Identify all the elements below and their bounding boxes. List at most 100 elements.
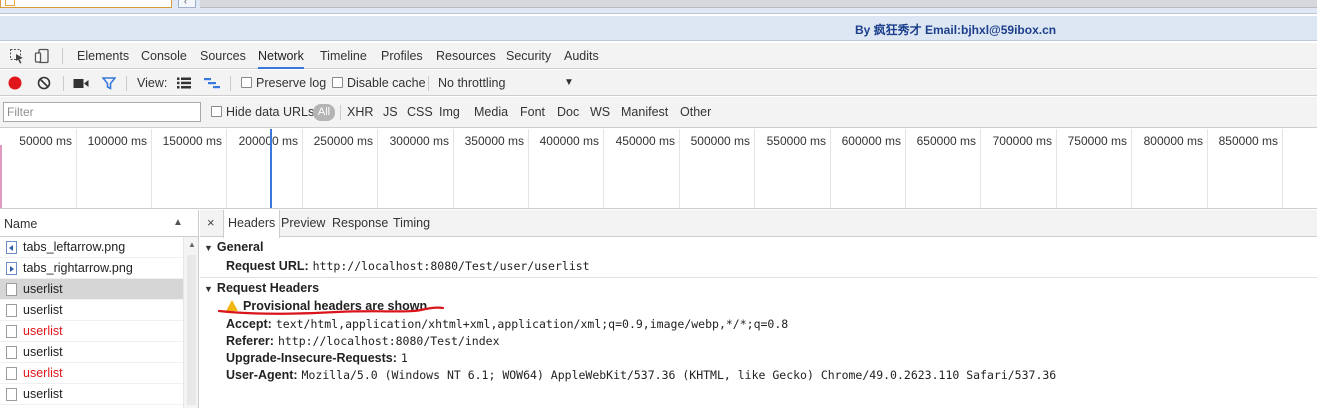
toolbar-divider bbox=[62, 48, 63, 64]
name-column-header[interactable]: Name bbox=[4, 217, 37, 231]
throttling-select[interactable]: No throttling ▼ bbox=[438, 70, 576, 96]
toolbar-divider bbox=[63, 76, 64, 91]
request-row[interactable]: userlist bbox=[0, 300, 183, 321]
triangle-down-icon: ▼ bbox=[204, 284, 213, 294]
header-value: Mozilla/5.0 (Windows NT 6.1; WOW64) Appl… bbox=[301, 368, 1057, 382]
tab-timeline[interactable]: Timeline bbox=[320, 43, 367, 69]
tab-sources[interactable]: Sources bbox=[200, 43, 246, 69]
tab-audits[interactable]: Audits bbox=[564, 43, 599, 69]
toolbar-divider bbox=[230, 76, 231, 91]
back-button[interactable]: ‹ bbox=[178, 0, 196, 8]
filter-type-all[interactable]: All bbox=[313, 104, 335, 121]
request-url-value: http://localhost:8080/Test/user/userlist bbox=[312, 259, 590, 273]
request-name: tabs_rightarrow.png bbox=[23, 261, 133, 275]
details-tab-headers[interactable]: Headers bbox=[223, 210, 281, 238]
timeline-tick-label: 550000 ms bbox=[766, 134, 826, 148]
devtools-tab-bar: Elements Console Sources Network Timeline Pro… bbox=[0, 43, 1317, 69]
request-name: userlist bbox=[23, 345, 63, 359]
request-row[interactable]: tabs_rightarrow.png bbox=[0, 258, 183, 279]
network-toolbar: View: Preserve log Disable cache No thro… bbox=[0, 70, 1317, 96]
filter-type-xhr[interactable]: XHR bbox=[347, 97, 373, 128]
document-icon bbox=[6, 367, 17, 380]
timeline-overview[interactable]: 50000 ms 100000 ms 150000 ms 200000 ms 25000… bbox=[0, 129, 1317, 209]
document-icon bbox=[6, 304, 17, 317]
device-mode-icon[interactable] bbox=[34, 48, 50, 64]
chevron-left-icon: ‹ bbox=[184, 0, 187, 6]
tab-console[interactable]: Console bbox=[141, 43, 187, 69]
request-row[interactable]: userlist bbox=[0, 342, 183, 363]
dropdown-arrow-icon: ▼ bbox=[564, 77, 574, 88]
preserve-log-checkbox[interactable]: Preserve log bbox=[241, 70, 326, 96]
clear-icon[interactable] bbox=[37, 76, 51, 90]
browser-tab[interactable] bbox=[0, 0, 172, 8]
filter-type-doc[interactable]: Doc bbox=[557, 97, 579, 128]
timeline-tick-label: 750000 ms bbox=[1067, 134, 1127, 148]
record-icon[interactable] bbox=[8, 76, 22, 90]
overview-icon[interactable] bbox=[204, 77, 220, 89]
scrollbar-thumb[interactable] bbox=[187, 255, 196, 405]
timeline-tick-label: 300000 ms bbox=[389, 134, 449, 148]
disable-cache-checkbox[interactable]: Disable cache bbox=[332, 70, 426, 96]
scroll-up-icon[interactable]: ▲ bbox=[188, 240, 196, 249]
close-icon[interactable]: × bbox=[207, 215, 215, 230]
header-key: Upgrade-Insecure-Requests: bbox=[226, 351, 397, 365]
sort-ascending-icon[interactable]: ▲ bbox=[173, 217, 183, 228]
tab-network[interactable]: Network bbox=[258, 43, 304, 69]
request-list: Name ▲ tabs_leftarrow.png tabs_rightarrow… bbox=[0, 210, 199, 408]
filter-bar: Hide data URLs All XHR JS CSS Img Media Font D… bbox=[0, 97, 1317, 128]
request-list-header[interactable]: Name ▲ bbox=[0, 210, 198, 237]
checkbox-box[interactable] bbox=[332, 77, 343, 88]
details-tab-response[interactable]: Response bbox=[332, 210, 388, 237]
view-label: View: bbox=[137, 76, 168, 90]
filter-type-css[interactable]: CSS bbox=[407, 97, 433, 128]
inspect-element-icon[interactable] bbox=[9, 48, 25, 64]
request-list-scrollbar[interactable]: ▲ bbox=[183, 237, 198, 408]
timeline-tick-label: 250000 ms bbox=[313, 134, 373, 148]
filter-type-font[interactable]: Font bbox=[520, 97, 545, 128]
document-icon bbox=[6, 346, 17, 359]
tab-profiles[interactable]: Profiles bbox=[381, 43, 423, 69]
timeline-tick-label: 650000 ms bbox=[916, 134, 976, 148]
details-tab-timing[interactable]: Timing bbox=[393, 210, 430, 237]
request-row[interactable]: userlist bbox=[0, 384, 183, 405]
tab-security[interactable]: Security bbox=[506, 43, 551, 69]
large-rows-icon[interactable] bbox=[177, 77, 191, 89]
header-row: Accept: text/html,application/xhtml+xml,a… bbox=[226, 317, 788, 331]
filter-input[interactable] bbox=[3, 102, 201, 122]
filter-type-img[interactable]: Img bbox=[439, 97, 460, 128]
filter-type-media[interactable]: Media bbox=[474, 97, 508, 128]
request-row[interactable]: userlist bbox=[0, 363, 183, 384]
filter-type-js[interactable]: JS bbox=[383, 97, 398, 128]
image-file-icon bbox=[6, 241, 17, 254]
header-row: Referer: http://localhost:8080/Test/index bbox=[226, 334, 500, 348]
header-key: User-Agent: bbox=[226, 368, 298, 382]
tab-elements[interactable]: Elements bbox=[77, 43, 129, 69]
details-tab-preview[interactable]: Preview bbox=[281, 210, 325, 237]
horizontal-scrollbar[interactable] bbox=[200, 0, 1317, 8]
tab-resources[interactable]: Resources bbox=[436, 43, 496, 69]
timeline-tick-label: 50000 ms bbox=[19, 134, 72, 148]
filter-type-ws[interactable]: WS bbox=[590, 97, 610, 128]
triangle-down-icon: ▼ bbox=[204, 243, 213, 253]
timeline-tick-label: 850000 ms bbox=[1218, 134, 1278, 148]
request-name: userlist bbox=[23, 282, 63, 296]
folder-icon bbox=[5, 0, 15, 6]
disable-cache-label: Disable cache bbox=[347, 76, 426, 90]
general-section-toggle[interactable]: ▼ General bbox=[204, 240, 263, 254]
request-row[interactable]: userlist bbox=[0, 321, 183, 342]
timeline-tick-label: 350000 ms bbox=[464, 134, 524, 148]
checkbox-box[interactable] bbox=[211, 106, 222, 117]
request-headers-section-toggle[interactable]: ▼ Request Headers bbox=[204, 281, 319, 295]
request-row[interactable]: userlist bbox=[0, 279, 183, 300]
filter-type-manifest[interactable]: Manifest bbox=[621, 97, 668, 128]
video-camera-icon[interactable] bbox=[73, 78, 89, 89]
banner-text: By 疯狂秀才 Email:bjhxl@59ibox.cn bbox=[855, 23, 1057, 37]
filter-icon[interactable] bbox=[102, 76, 116, 90]
filter-type-other[interactable]: Other bbox=[680, 97, 711, 128]
checkbox-box[interactable] bbox=[241, 77, 252, 88]
document-icon bbox=[6, 325, 17, 338]
request-name: userlist bbox=[23, 366, 63, 380]
request-row[interactable]: tabs_leftarrow.png bbox=[0, 237, 183, 258]
hide-data-urls-checkbox[interactable]: Hide data URLs bbox=[211, 97, 314, 128]
document-icon bbox=[6, 283, 17, 296]
